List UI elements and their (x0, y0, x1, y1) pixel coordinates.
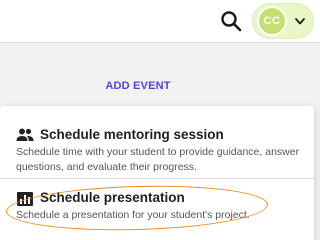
menu-item-schedule-presentation[interactable]: Schedule presentation Schedule a present… (0, 182, 314, 240)
people-icon (16, 128, 34, 141)
chevron-down-icon (295, 18, 305, 25)
search-icon (221, 11, 242, 32)
menu-item-description: Schedule a presentation for your student… (16, 209, 250, 221)
avatar: CC (257, 6, 287, 36)
top-bar: CC (0, 0, 320, 43)
presentation-chart-icon (17, 192, 33, 206)
search-button[interactable] (219, 9, 243, 33)
menu-item-schedule-mentoring[interactable]: Schedule mentoring session Schedule time… (0, 114, 314, 180)
add-event-button[interactable]: ADD EVENT (96, 80, 180, 94)
menu-item-description: Schedule time with your student to provi… (16, 146, 300, 173)
menu-divider (0, 178, 314, 179)
menu-item-title: Schedule mentoring session (40, 127, 224, 142)
menu-item-title: Schedule presentation (40, 190, 185, 205)
user-menu-button[interactable]: CC (252, 3, 314, 39)
schedule-dropdown-menu: Schedule mentoring session Schedule time… (0, 106, 314, 240)
